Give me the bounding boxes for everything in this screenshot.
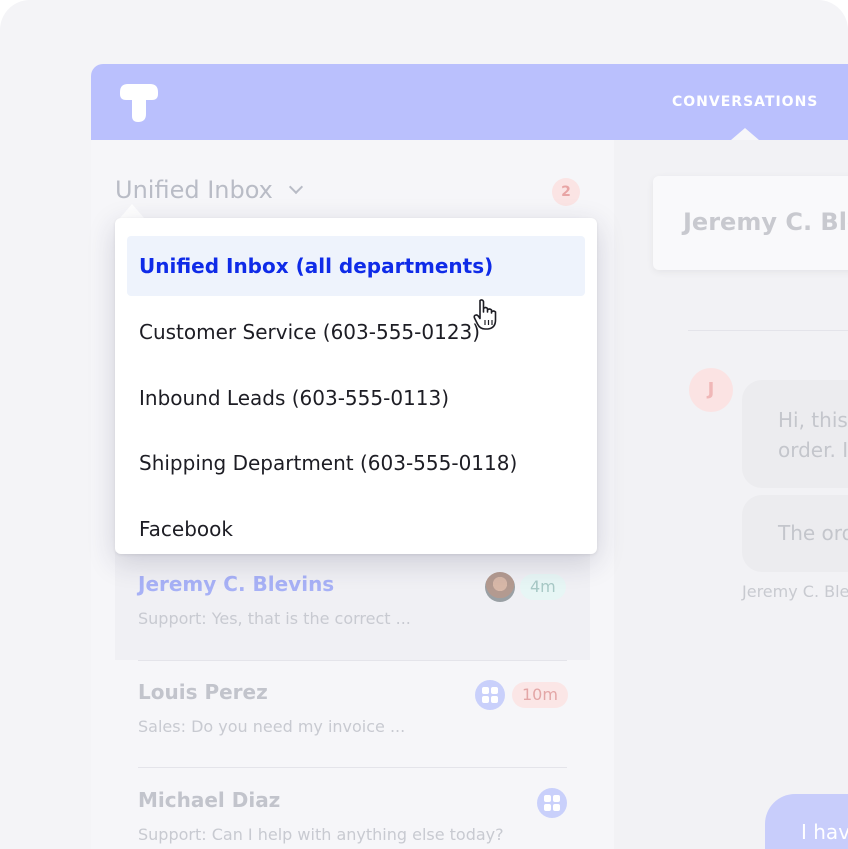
conversation-contact-name: Jeremy C. Blevins <box>138 572 335 596</box>
top-navigation-bar: CONVERSATIONS <box>91 64 848 140</box>
thread-contact-name: Jeremy C. Blevins <box>683 208 848 236</box>
message-bubble: The order number <box>742 495 848 572</box>
hand-pointer-cursor-icon <box>473 299 497 330</box>
contact-avatar: J <box>689 368 733 412</box>
reply-text: I have <box>801 820 848 844</box>
dropdown-option-shipping-department[interactable]: Shipping Department (603-555-0118) <box>127 433 585 493</box>
inbox-dropdown-menu: Unified Inbox (all departments) Customer… <box>115 218 597 554</box>
thread-header-card: Jeremy C. Blevins <box>653 176 848 270</box>
unread-count-badge: 2 <box>552 178 580 206</box>
dropdown-option-unified-inbox[interactable]: Unified Inbox (all departments) <box>127 236 585 296</box>
message-text: The order number <box>778 521 848 545</box>
dropdown-option-customer-service[interactable]: Customer Service (603-555-0123) <box>127 302 585 362</box>
message-text: order. I need to <box>778 438 848 462</box>
app-logo-icon <box>120 84 158 122</box>
active-tab-indicator <box>731 128 759 140</box>
conversation-snippet: Support: Yes, that is the correct ... <box>138 609 411 628</box>
chevron-down-icon[interactable] <box>288 179 304 195</box>
dropdown-pointer <box>120 204 144 218</box>
divider <box>688 330 848 331</box>
conversation-item[interactable]: Jeremy C. Blevins Support: Yes, that is … <box>115 552 590 660</box>
message-text: Hi, this is about my <box>778 408 848 432</box>
inbox-selector-title[interactable]: Unified Inbox <box>115 176 273 204</box>
time-badge: 10m <box>512 682 568 708</box>
message-meta: Jeremy C. Blevins <box>742 582 848 601</box>
reply-bubble: I have <box>765 794 848 849</box>
conversation-item[interactable]: Louis Perez Sales: Do you need my invoic… <box>115 660 590 768</box>
divider <box>138 660 567 661</box>
conversation-item[interactable]: Michael Diaz Support: Can I help with an… <box>115 768 590 849</box>
department-icon <box>475 680 505 710</box>
dropdown-option-facebook[interactable]: Facebook <box>127 499 585 554</box>
nav-conversations-tab[interactable]: CONVERSATIONS <box>672 94 818 110</box>
conversation-snippet: Sales: Do you need my invoice ... <box>138 717 406 736</box>
department-icon <box>537 788 567 818</box>
time-badge: 4m <box>520 574 566 600</box>
conversation-thread-pane: Jeremy C. Blevins J Hi, this is about my… <box>614 140 848 849</box>
conversation-contact-name: Michael Diaz <box>138 788 281 812</box>
conversation-contact-name: Louis Perez <box>138 680 268 704</box>
message-bubble: Hi, this is about my order. I need to <box>742 380 848 488</box>
dropdown-option-inbound-leads[interactable]: Inbound Leads (603-555-0113) <box>127 368 585 428</box>
agent-avatar <box>485 572 515 602</box>
conversation-snippet: Support: Can I help with anything else t… <box>138 825 504 844</box>
app-canvas: CONVERSATIONS Unified Inbox 2 Jeremy C. … <box>0 0 848 849</box>
